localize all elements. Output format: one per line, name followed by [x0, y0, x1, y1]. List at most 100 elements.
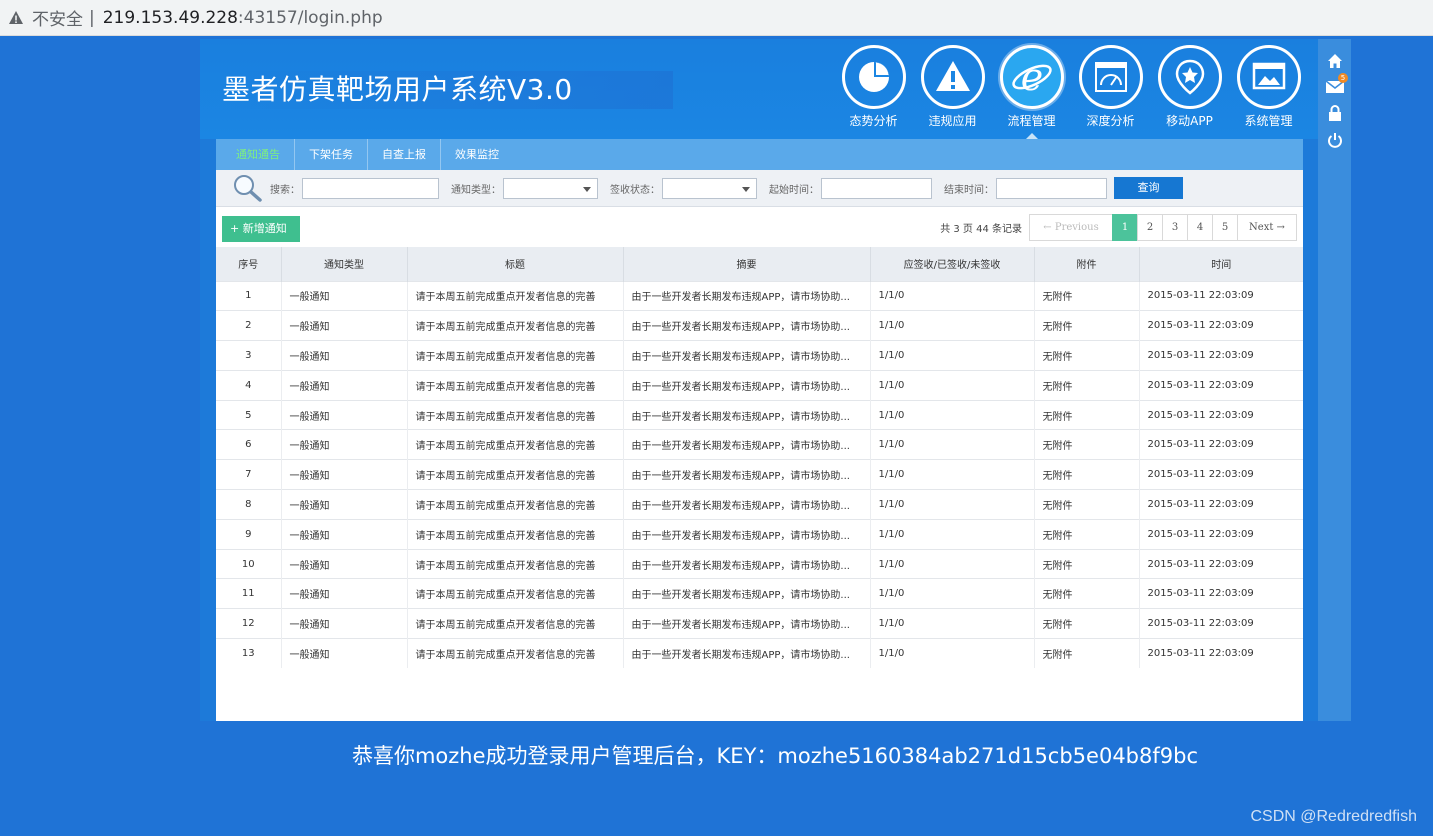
- table-cell: 由于一些开发者长期发布违规APP，请市场协助...: [623, 518, 871, 550]
- status-select[interactable]: [662, 177, 757, 199]
- lock-icon[interactable]: [1326, 104, 1344, 122]
- table-row[interactable]: 10 一般通知 请于本周五前完成重点开发者信息的完善 由于一些开发者长期发布违规APP…: [216, 548, 1303, 579]
- address-bar[interactable]: 不安全 | 219.153.49.228:43157/login.php: [0, 0, 1433, 36]
- next-page-button[interactable]: Next →: [1237, 214, 1297, 241]
- table-cell: 一般通知: [281, 638, 408, 669]
- top-nav-label: 移动APP: [1166, 114, 1213, 128]
- table-row[interactable]: 1 一般通知 请于本周五前完成重点开发者信息的完善 由于一些开发者长期发布违规APP，…: [216, 280, 1303, 311]
- table-row[interactable]: 5 一般通知 请于本周五前完成重点开发者信息的完善 由于一些开发者长期发布违规APP，…: [216, 399, 1303, 430]
- table-cell: 9: [216, 518, 282, 550]
- table-row[interactable]: 8 一般通知 请于本周五前完成重点开发者信息的完善 由于一些开发者长期发布违规APP，…: [216, 489, 1303, 520]
- warning-icon[interactable]: [8, 10, 24, 26]
- tab-takedown[interactable]: 下架任务: [295, 139, 368, 170]
- table-row[interactable]: 11 一般通知 请于本周五前完成重点开发者信息的完善 由于一些开发者长期发布违规APP…: [216, 578, 1303, 609]
- start-time-input[interactable]: [821, 177, 932, 199]
- table-cell: 无附件: [1034, 608, 1140, 639]
- tab-notices[interactable]: 通知通告: [222, 139, 295, 170]
- table-cell: 无附件: [1034, 369, 1140, 401]
- table-cell: 2015-03-11 22:03:09: [1139, 638, 1303, 669]
- table-cell: 13: [216, 638, 282, 669]
- table-body: 1 一般通知 请于本周五前完成重点开发者信息的完善 由于一些开发者长期发布违规APP，…: [216, 280, 1303, 669]
- table-row[interactable]: 6 一般通知 请于本周五前完成重点开发者信息的完善 由于一些开发者长期发布违规APP，…: [216, 429, 1303, 460]
- top-nav-deep-analysis[interactable]: 深度分析: [1071, 45, 1150, 139]
- mail-icon[interactable]: 5: [1326, 73, 1348, 96]
- tab-monitoring[interactable]: 效果监控: [441, 139, 513, 170]
- top-nav-system[interactable]: 系统管理: [1229, 45, 1308, 139]
- type-select[interactable]: [503, 177, 598, 199]
- table-cell: 由于一些开发者长期发布违规APP，请市场协助...: [623, 548, 871, 579]
- table-cell: 由于一些开发者长期发布违规APP，请市场协助...: [623, 608, 871, 639]
- star-badge-icon: [1157, 45, 1222, 109]
- tab-self-report[interactable]: 自查上报: [368, 139, 441, 170]
- table-cell: 由于一些开发者长期发布违规APP，请市场协助...: [623, 310, 871, 341]
- table-cell: 请于本周五前完成重点开发者信息的完善: [407, 399, 624, 430]
- table-cell: 由于一些开发者长期发布违规APP，请市场协助...: [623, 638, 871, 669]
- power-icon[interactable]: [1326, 131, 1344, 149]
- table-row[interactable]: 7 一般通知 请于本周五前完成重点开发者信息的完善 由于一些开发者长期发布违规APP，…: [216, 459, 1303, 490]
- column-header: 标题: [407, 247, 624, 281]
- chevron-down-icon: [742, 186, 750, 192]
- top-nav-violation[interactable]: 违规应用: [913, 45, 992, 139]
- top-nav-mobile-app[interactable]: 移动APP: [1150, 45, 1229, 139]
- top-nav-label: 系统管理: [1244, 114, 1293, 128]
- url-path[interactable]: :43157/login.php: [238, 8, 383, 28]
- table-cell: 2015-03-11 22:03:09: [1139, 459, 1303, 490]
- content-panel: 通知通告 下架任务 自查上报 效果监控 搜索： 通知类型： 签收状态： 起始时间…: [216, 139, 1303, 721]
- table-row[interactable]: 4 一般通知 请于本周五前完成重点开发者信息的完善 由于一些开发者长期发布违规APP，…: [216, 369, 1303, 401]
- table-cell: 一般通知: [281, 280, 408, 311]
- page-5-button[interactable]: 5: [1212, 214, 1238, 241]
- table-cell: 无附件: [1034, 578, 1140, 609]
- table-header-row: 序号 通知类型 标题 摘要 应签收/已签收/未签收 附件 时间: [216, 247, 1303, 281]
- table-row[interactable]: 3 一般通知 请于本周五前完成重点开发者信息的完善 由于一些开发者长期发布违规APP，…: [216, 340, 1303, 371]
- table-cell: 1/1/0: [870, 518, 1035, 550]
- pagination: 共 3 页 44 条记录 ← Previous 1 2 3 4 5 Next →: [940, 214, 1297, 241]
- table-cell: 一般通知: [281, 578, 408, 609]
- table-cell: 无附件: [1034, 310, 1140, 341]
- keyword-label: 搜索：: [270, 184, 300, 196]
- page-1-button[interactable]: 1: [1112, 214, 1138, 241]
- table-cell: 无附件: [1034, 459, 1140, 490]
- table-cell: 由于一些开发者长期发布违规APP，请市场协助...: [623, 429, 871, 460]
- page-2-button[interactable]: 2: [1137, 214, 1163, 241]
- table-row[interactable]: 2 一般通知 请于本周五前完成重点开发者信息的完善 由于一些开发者长期发布违规APP，…: [216, 310, 1303, 341]
- page-3-button[interactable]: 3: [1162, 214, 1188, 241]
- table-row[interactable]: 9 一般通知 请于本周五前完成重点开发者信息的完善 由于一些开发者长期发布违规APP，…: [216, 518, 1303, 550]
- table-cell: 无附件: [1034, 399, 1140, 430]
- chevron-down-icon: [583, 186, 591, 192]
- prev-page-button[interactable]: ← Previous: [1029, 214, 1113, 241]
- table-cell: 由于一些开发者长期发布违规APP，请市场协助...: [623, 578, 871, 609]
- end-time-label: 结束时间：: [944, 184, 994, 196]
- table-row[interactable]: 12 一般通知 请于本周五前完成重点开发者信息的完善 由于一些开发者长期发布违规APP…: [216, 608, 1303, 639]
- table-cell: 由于一些开发者长期发布违规APP，请市场协助...: [623, 340, 871, 371]
- top-nav-process[interactable]: e 流程管理: [992, 45, 1071, 140]
- table-cell: 一般通知: [281, 340, 408, 371]
- table-cell: 2015-03-11 22:03:09: [1139, 280, 1303, 311]
- table-cell: 2015-03-11 22:03:09: [1139, 608, 1303, 639]
- insecure-label[interactable]: 不安全: [32, 5, 83, 30]
- table-cell: 8: [216, 489, 282, 520]
- end-time-input[interactable]: [996, 177, 1107, 199]
- keyword-input[interactable]: [302, 177, 439, 199]
- toolbar: + 新增通知 共 3 页 44 条记录 ← Previous 1 2 3 4 5…: [216, 207, 1303, 247]
- home-icon[interactable]: [1326, 52, 1344, 70]
- query-button[interactable]: 查询: [1114, 177, 1183, 199]
- table-cell: 请于本周五前完成重点开发者信息的完善: [407, 608, 624, 639]
- table-cell: 一般通知: [281, 489, 408, 520]
- table-cell: 1/1/0: [870, 310, 1035, 341]
- start-time-label: 起始时间：: [769, 184, 819, 196]
- url-host[interactable]: 219.153.49.228: [103, 8, 238, 28]
- top-nav-situation[interactable]: 态势分析: [834, 45, 913, 139]
- app-header: 墨者仿真靶场用户系统V3.0 态势分析 违规应用 e 流程管理 深度分析 移动A…: [200, 39, 1318, 140]
- table-row[interactable]: 13 一般通知 请于本周五前完成重点开发者信息的完善 由于一些开发者长期发布违规APP…: [216, 638, 1303, 669]
- table-cell: 1/1/0: [870, 489, 1035, 520]
- table-cell: 请于本周五前完成重点开发者信息的完善: [407, 638, 624, 669]
- svg-text:e: e: [1020, 55, 1043, 99]
- add-notice-button[interactable]: + 新增通知: [222, 216, 300, 242]
- table-cell: 1/1/0: [870, 578, 1035, 609]
- table-cell: 由于一些开发者长期发布违规APP，请市场协助...: [623, 489, 871, 520]
- page-4-button[interactable]: 4: [1187, 214, 1213, 241]
- table-cell: 一般通知: [281, 518, 408, 550]
- table-cell: 无附件: [1034, 429, 1140, 460]
- table-cell: 请于本周五前完成重点开发者信息的完善: [407, 578, 624, 609]
- table-cell: 一般通知: [281, 369, 408, 401]
